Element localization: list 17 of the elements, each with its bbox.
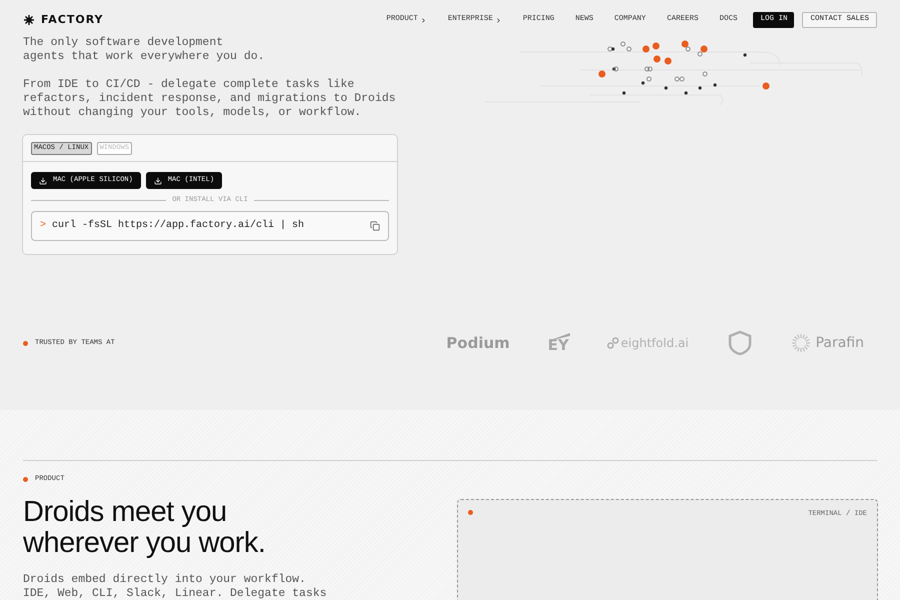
- brand-name[interactable]: FACTORY: [41, 12, 104, 28]
- parafin-logo: Parafin: [790, 332, 864, 354]
- install-command: curl -fsSL https://app.factory.ai/cli | sh: [52, 218, 304, 233]
- eightfold-logo: eightfold.ai: [606, 334, 689, 352]
- description-text: From IDE to CI/CD - delegate complete tasks like refactors, incident response, and migrations to Droids without changing your tools, models, or workflow.: [23, 78, 396, 120]
- command-field[interactable]: > curl -fsSL https://app.factory.ai/cli | sh: [31, 210, 389, 240]
- copy-icon[interactable]: [370, 220, 380, 230]
- section-heading: Droids meet you wherever you work.: [23, 496, 266, 558]
- shield-logo-icon: [726, 330, 753, 356]
- download-icon: [39, 176, 47, 184]
- prompt-symbol: >: [40, 219, 46, 233]
- download-icon: [154, 176, 162, 184]
- section-description: Droids embed directly into your workflow. IDE, Web, CLI, Slack, Linear. Delegate tasks: [23, 572, 327, 600]
- intro-text: The only software development agents that work everywhere you do.: [23, 36, 265, 64]
- logo-icon: [23, 14, 35, 26]
- ey-logo: EY: [548, 333, 569, 353]
- podium-logo: Podium: [446, 332, 510, 354]
